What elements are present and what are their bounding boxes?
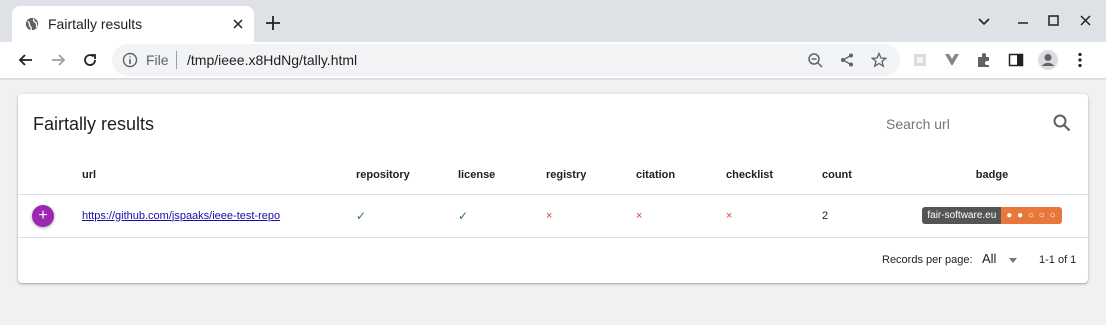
- vuejs-devtools-icon[interactable]: [943, 51, 961, 69]
- header-registry[interactable]: registry: [546, 156, 636, 195]
- license-cell: ✓: [458, 194, 546, 238]
- back-arrow-icon[interactable]: [16, 50, 36, 70]
- search-input[interactable]: [886, 114, 1036, 134]
- chevron-down-icon: [1009, 258, 1017, 263]
- header-license[interactable]: license: [458, 156, 546, 195]
- records-per-page-value: All: [982, 251, 997, 266]
- profile-avatar-icon[interactable]: [1037, 49, 1059, 71]
- pagination-range: 1-1 of 1: [1039, 254, 1077, 266]
- info-icon[interactable]: [122, 52, 138, 68]
- results-card: Fairtally results url repository license…: [18, 94, 1088, 283]
- header-citation[interactable]: citation: [636, 156, 726, 195]
- results-table: url repository license registry citation…: [18, 156, 1088, 238]
- check-icon: ✓: [458, 208, 469, 223]
- extension-box-icon[interactable]: [911, 51, 929, 69]
- cross-icon: ×: [636, 209, 643, 222]
- expand-cell: +: [18, 194, 82, 238]
- window-close-icon[interactable]: [1077, 12, 1095, 30]
- browser-tab-strip: Fairtally results: [0, 0, 1106, 42]
- browser-tab[interactable]: Fairtally results: [12, 6, 254, 42]
- address-bar[interactable]: File /tmp/ieee.x8HdNg/tally.html: [112, 44, 900, 76]
- header-badge[interactable]: badge: [896, 156, 1088, 195]
- header-url[interactable]: url: [82, 156, 356, 195]
- globe-icon: [25, 17, 39, 31]
- tab-search-icon[interactable]: [975, 12, 993, 30]
- cross-icon: ×: [546, 209, 553, 222]
- citation-cell: ×: [636, 194, 726, 238]
- expand-row-button[interactable]: +: [32, 204, 54, 227]
- new-tab-button[interactable]: [262, 12, 284, 34]
- tab-title: Fairtally results: [48, 16, 143, 32]
- cross-icon: ×: [726, 209, 733, 222]
- header-expand: [18, 156, 82, 195]
- more-menu-icon[interactable]: [1071, 51, 1089, 69]
- page-content: Fairtally results url repository license…: [0, 80, 1106, 325]
- repo-url-link[interactable]: https://github.com/jspaaks/ieee-test-rep…: [82, 210, 280, 222]
- side-panel-icon[interactable]: [1007, 51, 1025, 69]
- tab-close-button[interactable]: [229, 15, 247, 33]
- star-icon[interactable]: [871, 52, 887, 68]
- checklist-cell: ×: [726, 194, 822, 238]
- forward-arrow-icon[interactable]: [48, 50, 68, 70]
- records-per-page-select[interactable]: All: [982, 251, 1022, 269]
- header-checklist[interactable]: checklist: [726, 156, 822, 195]
- url-cell: https://github.com/jspaaks/ieee-test-rep…: [82, 194, 356, 238]
- badge-score: ● ● ○ ○ ○: [1001, 207, 1062, 224]
- zoom-out-icon[interactable]: [807, 52, 823, 68]
- badge-label: fair-software.eu: [922, 207, 1002, 224]
- minimize-icon[interactable]: [1014, 12, 1032, 30]
- check-icon: ✓: [356, 208, 367, 223]
- badge-cell: fair-software.eu ● ● ○ ○ ○: [896, 194, 1088, 238]
- share-icon[interactable]: [839, 52, 855, 68]
- card-title: Fairtally results: [33, 114, 155, 134]
- url-divider: [176, 51, 177, 69]
- url-text[interactable]: /tmp/ieee.x8HdNg/tally.html: [187, 52, 357, 68]
- maximize-icon[interactable]: [1045, 12, 1063, 30]
- reload-icon[interactable]: [80, 50, 100, 70]
- records-per-page-label: Records per page:: [882, 254, 973, 266]
- fair-software-badge: fair-software.eu ● ● ○ ○ ○: [922, 207, 1062, 224]
- header-count[interactable]: count: [822, 156, 896, 195]
- registry-cell: ×: [546, 194, 636, 238]
- header-repository[interactable]: repository: [356, 156, 458, 195]
- search-field[interactable]: [886, 112, 1076, 136]
- table-row: + https://github.com/jspaaks/ieee-test-r…: [18, 194, 1088, 238]
- browser-toolbar: File /tmp/ieee.x8HdNg/tally.html: [0, 42, 1106, 79]
- table-header-row: url repository license registry citation…: [18, 156, 1088, 195]
- search-icon[interactable]: [1052, 113, 1072, 133]
- table-footer: Records per page: All 1-1 of 1: [18, 238, 1088, 283]
- repository-cell: ✓: [356, 194, 458, 238]
- count-cell: 2: [822, 194, 896, 238]
- close-icon: [233, 19, 243, 29]
- puzzle-icon[interactable]: [975, 51, 993, 69]
- url-scheme: File: [146, 52, 169, 68]
